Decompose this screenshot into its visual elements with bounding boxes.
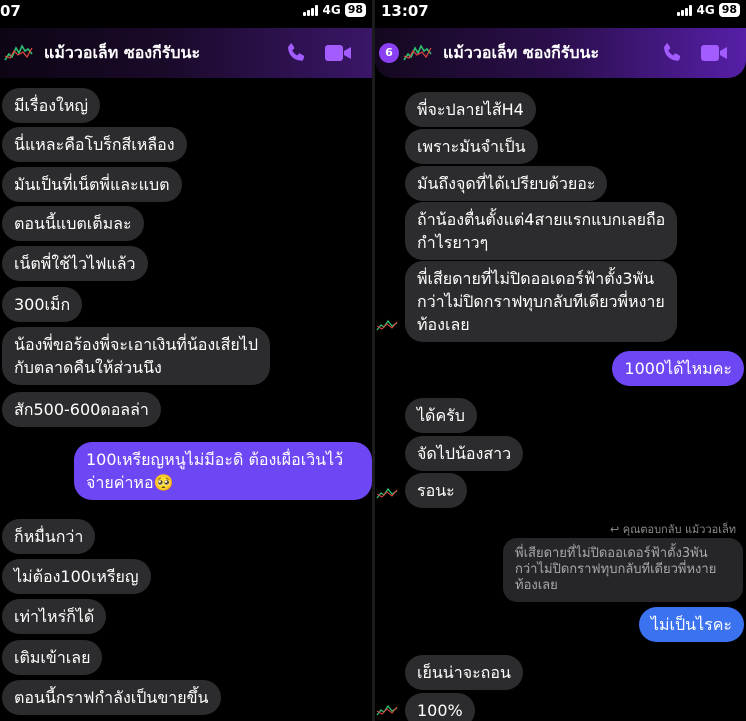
network-label: 4G bbox=[696, 3, 715, 17]
message-incoming[interactable]: พี่จะปลายไส้H4 bbox=[405, 92, 536, 127]
message-incoming[interactable]: เน็ตพี่ใช้ไวไฟแล้ว bbox=[2, 246, 148, 281]
chart-avatar-icon[interactable] bbox=[376, 486, 398, 500]
message-incoming[interactable]: จัดไปน้องสาว bbox=[405, 436, 524, 471]
message-incoming[interactable]: สัก500-600ดอลล่า bbox=[2, 392, 161, 427]
message-incoming[interactable]: มีเรื่องใหญ่ bbox=[2, 88, 101, 123]
network-label: 4G bbox=[322, 3, 341, 17]
message-incoming[interactable]: ตอนนี้กราฟกำลังเป็นขายขึ้น bbox=[2, 680, 221, 715]
message-incoming[interactable]: 100% bbox=[405, 693, 475, 721]
message-incoming[interactable]: มันถึงจุดที่ได้เปรียบด้วยอะ bbox=[405, 166, 608, 201]
chat-screen-left: 07 4G 98 แม้ววอเล็ท ซองกีรับนะ มีเรื่องใ… bbox=[0, 0, 372, 721]
status-time: 13:07 bbox=[381, 2, 429, 20]
phone-icon[interactable] bbox=[660, 41, 684, 65]
message-incoming[interactable]: ไม่ต้อง100เหรียญ bbox=[2, 559, 151, 594]
chat-header: แม้ววอเล็ท ซองกีรับนะ bbox=[0, 28, 372, 78]
chat-header: 6 แม้ววอเล็ท ซองกีรับนะ bbox=[375, 28, 746, 78]
message-incoming[interactable]: เย็นน่าจะถอน bbox=[405, 655, 523, 690]
signal-icon bbox=[677, 4, 693, 16]
message-incoming[interactable]: รอนะ bbox=[405, 473, 467, 508]
chart-avatar-icon[interactable] bbox=[376, 318, 398, 332]
battery-icon: 98 bbox=[344, 3, 366, 17]
message-incoming[interactable]: เท่าไหร่ก็ได้ bbox=[2, 599, 107, 634]
unread-badge[interactable]: 6 bbox=[379, 43, 399, 63]
pleading-face-emoji: 🥺 bbox=[153, 473, 174, 492]
video-icon[interactable] bbox=[700, 42, 728, 64]
reply-label-text: คุณตอบกลับ แม้ววอเล็ท bbox=[622, 523, 736, 536]
signal-icon bbox=[303, 4, 319, 16]
reply-arrow-icon: ↩ bbox=[610, 523, 623, 536]
message-incoming[interactable]: นี่แหละคือโบร็กสีเหลือง bbox=[2, 127, 187, 162]
message-incoming[interactable]: น้องพี่ขอร้องพี่จะเอาเงินที่น้องเสียไป ก… bbox=[2, 327, 270, 385]
phone-icon[interactable] bbox=[284, 41, 308, 65]
message-line: น้องพี่ขอร้องพี่จะเอาเงินที่น้องเสียไป bbox=[14, 335, 258, 354]
message-line: พี่เสียดายที่ไม่ปิดออเดอร์ฟ้าตั้ง3พัน bbox=[417, 269, 655, 288]
chart-avatar-icon[interactable] bbox=[403, 42, 433, 64]
status-bar: 13:07 4G 98 bbox=[375, 0, 746, 24]
message-incoming[interactable]: ตอนนี้แบตเต็มละ bbox=[2, 206, 144, 241]
message-outgoing[interactable]: ไม่เป็นไรคะ bbox=[638, 607, 744, 642]
reply-context-label: ↩ คุณตอบกลับ แม้ววอเล็ท bbox=[610, 520, 736, 538]
status-bar: 07 4G 98 bbox=[0, 0, 372, 24]
message-incoming[interactable]: มันเป็นที่เน็ตพี่และแบต bbox=[2, 167, 182, 202]
contact-name[interactable]: แม้ววอเล็ท ซองกีรับนะ bbox=[44, 41, 200, 66]
message-line: กำไรยาวๆ bbox=[417, 233, 489, 252]
battery-icon: 98 bbox=[718, 3, 740, 17]
quoted-message[interactable]: พี่เสียดายที่ไม่ปิดออเดอร์ฟ้าตั้ง3พัน กว… bbox=[503, 538, 743, 602]
quote-line: กว่าไม่ปิดกราฟทุบกลับทีเดียวพี่หงาย bbox=[515, 562, 717, 577]
chart-avatar-icon[interactable] bbox=[4, 42, 34, 64]
message-incoming[interactable]: เพราะมันจำเป็น bbox=[405, 129, 538, 164]
message-line: ถ้าน้องตื่นตั้งแต่4สายแรกแบกเลยถือ bbox=[417, 210, 666, 229]
quote-line: พี่เสียดายที่ไม่ปิดออเดอร์ฟ้าตั้ง3พัน bbox=[515, 546, 708, 561]
message-line: 100เหรียญหนูไม่มีอะดิ ต้องเผื่อเวินไว้ bbox=[86, 450, 344, 469]
message-outgoing[interactable]: 1000ได้ไหมคะ bbox=[612, 351, 744, 386]
status-time: 07 bbox=[0, 2, 21, 20]
message-incoming[interactable]: ถ้าน้องตื่นตั้งแต่4สายแรกแบกเลยถือ กำไรย… bbox=[405, 202, 678, 260]
message-incoming[interactable]: ได้ครับ bbox=[405, 398, 477, 433]
message-line: จ่ายค่าหอ bbox=[86, 473, 154, 492]
quote-line: ท้องเลย bbox=[515, 578, 558, 593]
message-line: กว่าไม่ปิดกราฟทุบกลับทีเดียวพี่หงาย bbox=[417, 292, 665, 311]
message-incoming[interactable]: เติมเข้าเลย bbox=[2, 640, 103, 675]
chat-screen-right: 13:07 4G 98 6 แม้ววอเล็ท ซองกีรับนะ พี่จ… bbox=[375, 0, 746, 721]
message-incoming[interactable]: พี่เสียดายที่ไม่ปิดออเดอร์ฟ้าตั้ง3พัน กว… bbox=[405, 261, 677, 342]
screenshot-collage: 07 4G 98 แม้ววอเล็ท ซองกีรับนะ มีเรื่องใ… bbox=[0, 0, 746, 721]
message-incoming[interactable]: ก็หมื่นกว่า bbox=[2, 519, 96, 554]
message-line: กับตลาดคืนให้ส่วนนึง bbox=[14, 358, 162, 377]
message-line: ท้องเลย bbox=[417, 315, 470, 334]
message-incoming[interactable]: 300เม็ก bbox=[2, 287, 83, 322]
chart-avatar-icon[interactable] bbox=[376, 703, 398, 717]
contact-name[interactable]: แม้ววอเล็ท ซองกีรับนะ bbox=[443, 41, 599, 66]
message-outgoing[interactable]: 100เหรียญหนูไม่มีอะดิ ต้องเผื่อเวินไว้ จ… bbox=[74, 442, 372, 500]
video-icon[interactable] bbox=[324, 42, 352, 64]
